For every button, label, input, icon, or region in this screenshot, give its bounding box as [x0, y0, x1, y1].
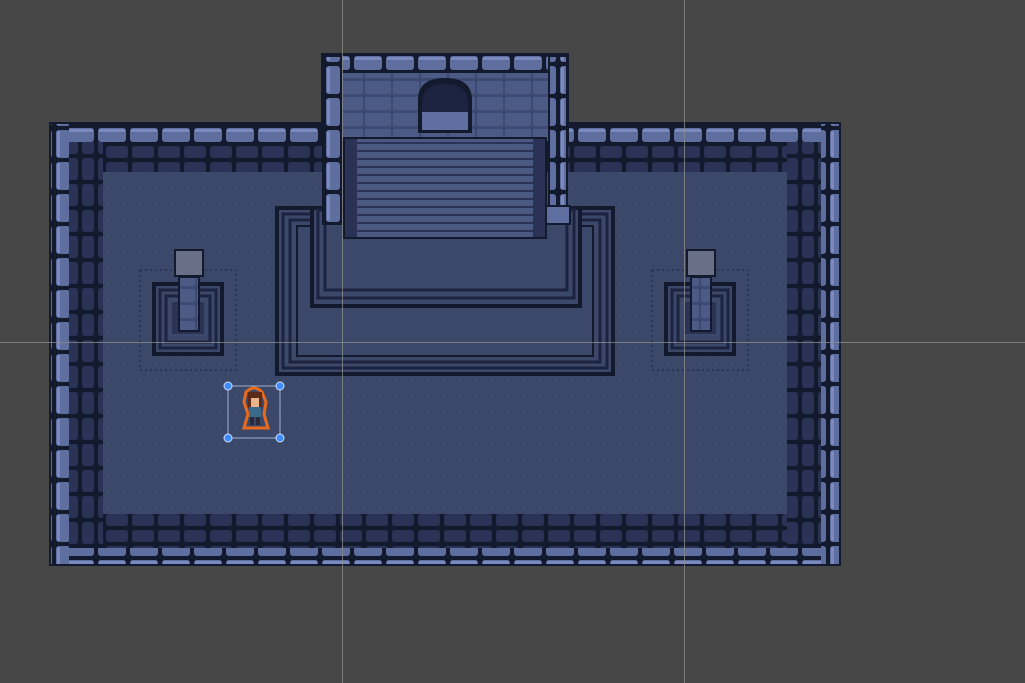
handle-bottom-right[interactable]: [275, 433, 285, 443]
pillar-right: [545, 55, 571, 225]
pillar-left: [322, 55, 342, 225]
scene-view[interactable]: [0, 0, 1025, 683]
handle-top-right[interactable]: [275, 381, 285, 391]
handle-bottom-left[interactable]: [223, 433, 233, 443]
grand-staircase: [343, 137, 547, 239]
tower-doorway: [418, 78, 472, 133]
handle-top-left[interactable]: [223, 381, 233, 391]
